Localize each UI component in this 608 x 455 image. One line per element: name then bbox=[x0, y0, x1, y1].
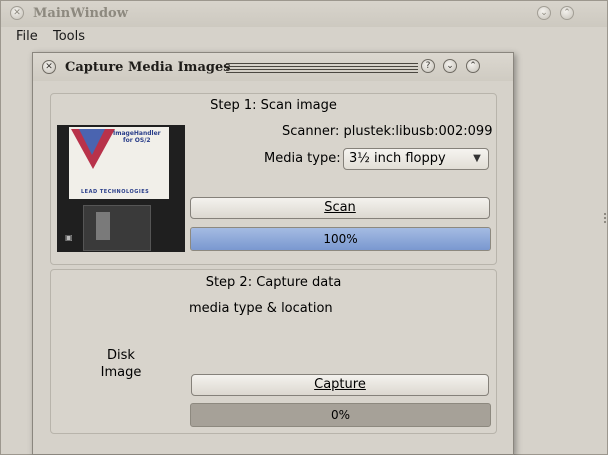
media-type-value: 3½ inch floppy bbox=[349, 151, 446, 166]
main-window-title: MainWindow bbox=[33, 6, 128, 21]
capture-media-dialog: ✕ Capture Media Images ? ⌄ ⌃ Step 1: Sca… bbox=[32, 52, 514, 455]
scan-button-label: Scan bbox=[324, 200, 356, 215]
main-titlebar: ✕ MainWindow ⌄ ⌃ bbox=[1, 1, 607, 27]
capture-button-label: Capture bbox=[314, 377, 366, 392]
menu-file[interactable]: File bbox=[16, 29, 38, 44]
logo-triangle-inner bbox=[79, 129, 105, 155]
floppy-title-line1: ImageHandler bbox=[113, 130, 161, 137]
disk-image-label-line1: Disk bbox=[107, 348, 135, 363]
maximize-icon[interactable]: ⌃ bbox=[560, 6, 574, 20]
floppy-shutter bbox=[83, 205, 151, 251]
scanner-label: Scanner: plustek:libusb:002:099 bbox=[282, 124, 493, 139]
resize-grip[interactable] bbox=[604, 221, 606, 223]
capture-progress-bar: 0% bbox=[190, 403, 491, 427]
floppy-label-title: ImageHandler for OS/2 bbox=[113, 130, 161, 144]
dialog-title: Capture Media Images bbox=[65, 60, 231, 75]
step1-title: Step 1: Scan image bbox=[210, 98, 337, 113]
floppy-disk-image: ImageHandler for OS/2 LEAD TECHNOLOGIES … bbox=[57, 125, 185, 252]
media-type-select[interactable]: 3½ inch floppy ▼ bbox=[343, 148, 489, 170]
close-icon[interactable]: ✕ bbox=[10, 6, 24, 20]
maximize-icon[interactable]: ⌃ bbox=[466, 59, 480, 73]
scan-button[interactable]: Scan bbox=[190, 197, 490, 219]
minimize-icon[interactable]: ⌄ bbox=[537, 6, 551, 20]
resize-grip[interactable] bbox=[604, 213, 606, 215]
capture-button[interactable]: Capture bbox=[191, 374, 489, 396]
media-type-label: Media type: bbox=[264, 151, 341, 166]
minimize-icon[interactable]: ⌄ bbox=[443, 59, 457, 73]
floppy-brand: LEAD TECHNOLOGIES bbox=[81, 189, 150, 195]
capture-info-label: media type & location bbox=[189, 301, 333, 316]
floppy-label: ImageHandler for OS/2 LEAD TECHNOLOGIES bbox=[69, 127, 169, 199]
titlebar-grip bbox=[226, 63, 418, 73]
dialog-titlebar[interactable]: ✕ Capture Media Images ? ⌄ ⌃ bbox=[33, 53, 513, 81]
scan-progress-bar: 100% bbox=[190, 227, 491, 251]
step2-title: Step 2: Capture data bbox=[205, 275, 342, 290]
floppy-notch: ▣ bbox=[65, 233, 73, 242]
help-icon[interactable]: ? bbox=[421, 59, 435, 73]
scan-progress-text: 100% bbox=[323, 232, 358, 246]
floppy-shutter-hole bbox=[96, 212, 110, 240]
disk-image-label: Disk Image bbox=[99, 348, 143, 380]
close-icon[interactable]: ✕ bbox=[42, 60, 56, 74]
resize-grip[interactable] bbox=[604, 217, 606, 219]
capture-progress-text: 0% bbox=[330, 408, 351, 422]
chevron-down-icon: ▼ bbox=[473, 153, 481, 164]
menu-tools[interactable]: Tools bbox=[53, 29, 85, 44]
menubar: File Tools bbox=[1, 27, 607, 47]
floppy-title-line2: for OS/2 bbox=[123, 137, 151, 144]
disk-image-label-line2: Image bbox=[100, 365, 142, 380]
